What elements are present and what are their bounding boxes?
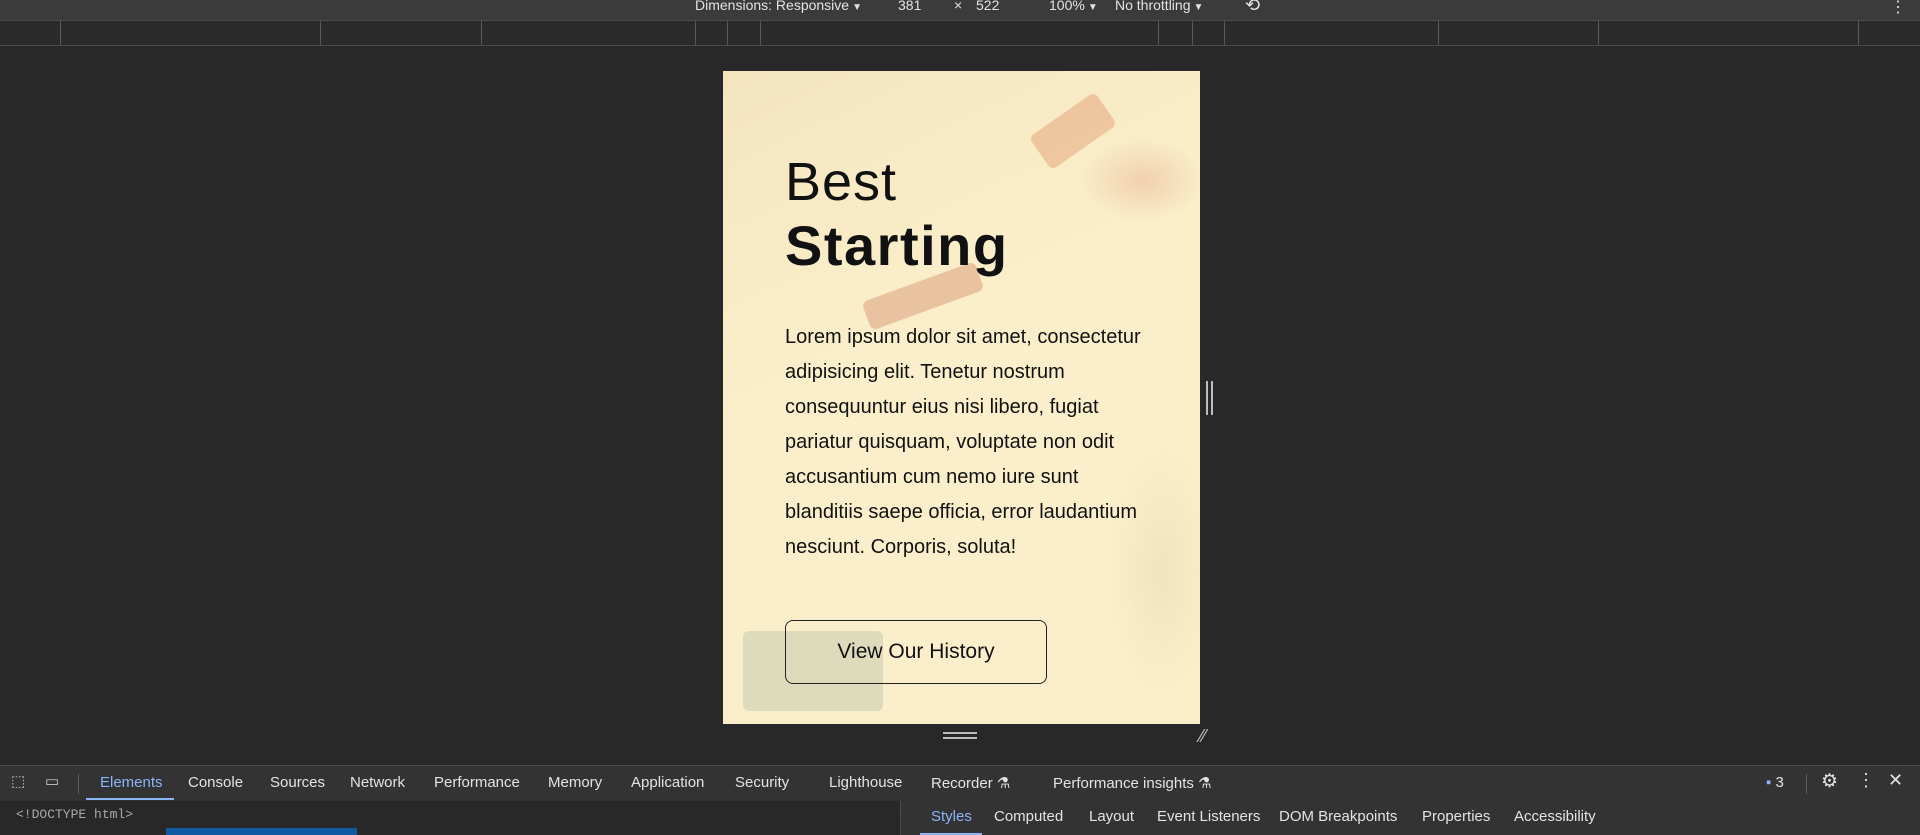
hero-paragraph: Lorem ipsum dolor sit amet, consectetur … [785,326,1141,558]
active-tab-indicator [86,798,174,800]
inspect-element-icon[interactable]: ⬚ [11,772,33,794]
hero-title: Best Starting [785,150,1009,278]
tab-dom-breakpoints[interactable]: DOM Breakpoints [1279,808,1397,825]
ruler-tick [320,21,321,45]
flask-icon: ⚗ [1198,775,1212,792]
resize-handle-bottom[interactable] [943,732,977,740]
ruler-tick [695,21,696,45]
divider [1806,774,1807,794]
issues-badge[interactable]: ▪ 3 [1766,774,1784,791]
tab-recorder-label: Recorder [931,775,993,792]
tab-network[interactable]: Network [350,774,405,791]
issues-icon: ▪ [1766,774,1772,791]
ruler-tick [1438,21,1439,45]
tab-styles[interactable]: Styles [931,808,972,825]
ruler-tick [481,21,482,45]
caret-down-icon: ▼ [852,2,862,13]
times-icon: × [954,0,963,13]
hero-title-bold: Starting [785,214,1009,277]
tab-security[interactable]: Security [735,774,789,791]
ruler-tick [1858,21,1859,45]
divider [78,774,79,794]
height-input[interactable]: 522 [976,0,999,13]
flask-icon: ⚗ [996,775,1011,792]
emulated-viewport: Best Starting Lorem ipsum dolor sit amet… [723,71,1200,724]
devtools-tab-bar: ⬚ ▭ Elements Console Sources Network Per… [0,765,1920,802]
ruler-tick [1158,21,1159,45]
resize-handle-right[interactable] [1206,381,1214,415]
tab-accessibility[interactable]: Accessibility [1514,808,1596,825]
view-history-button[interactable]: View Our History [785,620,1047,684]
media-query-ruler [0,21,1920,46]
tab-lighthouse[interactable]: Lighthouse [829,774,902,791]
issues-count: 3 [1775,774,1784,791]
elements-panel: <!DOCTYPE html> ▲▼ Styles Computed Layou… [0,801,1920,835]
tab-performance-insights[interactable]: Performance insights ⚗ [1053,774,1212,792]
ruler-tick [1598,21,1599,45]
dimensions-label: Dimensions: Responsive [695,0,850,13]
caret-down-icon: ▼ [1087,2,1098,13]
dom-tree-doctype[interactable]: <!DOCTYPE html> [16,807,133,822]
tab-properties[interactable]: Properties [1422,808,1490,825]
tab-computed[interactable]: Computed [994,808,1063,825]
device-toolbar: Dimensions: Responsive ▼ 381 × 522 100% ▼ … [0,0,1920,21]
hero-title-light: Best [785,152,898,212]
ruler-tick [727,21,728,45]
more-options-icon[interactable]: ⋮ [1890,0,1906,17]
zoom-dropdown[interactable]: 100% ▼ [1049,0,1098,13]
tab-application[interactable]: Application [631,774,704,791]
close-icon[interactable]: ✕ [1888,770,1903,791]
throttling-dropdown[interactable]: No throttling ▼ [1115,0,1203,13]
ruler-tick [1192,21,1193,45]
tab-layout[interactable]: Layout [1089,808,1134,825]
styles-tab-bar: Styles Computed Layout Event Listeners D… [900,801,1920,835]
resize-corner-icon[interactable]: ⁄⁄ [1200,726,1220,746]
more-options-icon[interactable]: ⋮ [1857,770,1875,791]
caret-down-icon: ▼ [1193,2,1204,13]
tab-sources[interactable]: Sources [270,774,325,791]
selected-node-highlight [166,828,357,835]
zoom-label: 100% [1049,0,1085,13]
settings-gear-icon[interactable]: ⚙ [1821,770,1838,793]
dimensions-dropdown[interactable]: Dimensions: Responsive ▼ [695,0,862,13]
ruler-tick [60,21,61,45]
tab-elements[interactable]: Elements [100,774,163,791]
tab-performance[interactable]: Performance [434,774,520,791]
width-input[interactable]: 381 [898,0,921,13]
ruler-tick [1224,21,1225,45]
device-toggle-icon[interactable]: ▭ [45,772,67,794]
tab-performance-insights-label: Performance insights [1053,775,1194,792]
ruler-tick [760,21,761,45]
tab-console[interactable]: Console [188,774,243,791]
rotate-icon[interactable]: ⟲ [1245,0,1260,16]
background-decoration [1028,91,1118,171]
tab-event-listeners[interactable]: Event Listeners [1157,808,1260,825]
tab-memory[interactable]: Memory [548,774,602,791]
throttling-label: No throttling [1115,0,1191,13]
tab-recorder[interactable]: Recorder ⚗ [931,774,1010,792]
